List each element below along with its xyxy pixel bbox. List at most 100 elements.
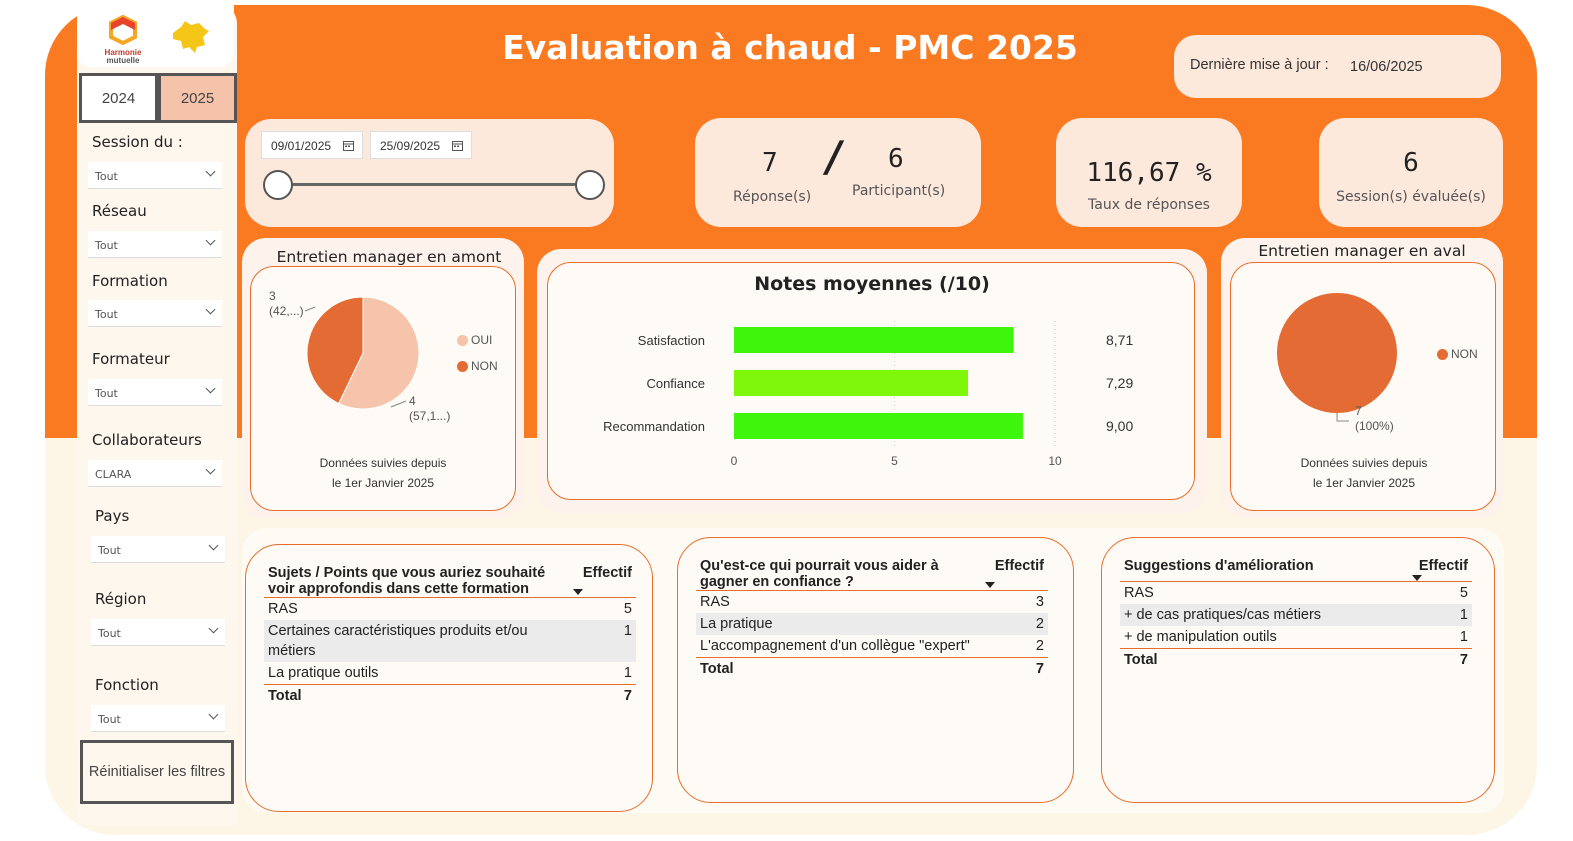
filter-label-reseau: Réseau: [92, 202, 147, 220]
filter-select-pays[interactable]: Tout: [91, 536, 225, 563]
filter-value: Tout: [95, 308, 118, 321]
last-update-label: Dernière mise à jour :: [1190, 57, 1329, 73]
response-rate-card: 116,67 % Taux de réponses: [1056, 118, 1242, 227]
responses-label: Réponse(s): [733, 189, 812, 205]
response-rate-label: Taux de réponses: [1088, 197, 1210, 213]
table-panel-3: Suggestions d'amélioration Effectif RAS 5…: [1101, 537, 1495, 803]
table-row: Certaines caractéristiques produits et/o…: [264, 620, 636, 662]
table-row: RAS 5: [264, 598, 636, 621]
row-label: Certaines caractéristiques produits et/o…: [264, 620, 569, 662]
table-row: RAS 5: [1120, 582, 1472, 605]
count-header-label: Effectif: [582, 565, 632, 581]
sessions-card: 6 Session(s) évaluée(s): [1319, 118, 1503, 227]
filter-select-reseau[interactable]: Tout: [88, 231, 222, 258]
total-label: Total: [264, 684, 569, 707]
row-label: La pratique: [696, 613, 981, 635]
row-count: 5: [623, 601, 632, 617]
legend-label: NON: [1451, 347, 1478, 361]
range-slider-start-handle[interactable]: [263, 170, 293, 200]
bar-category-label: Recommandation: [603, 419, 705, 434]
year-tab-2025[interactable]: 2025: [158, 73, 237, 123]
row-label: La pratique outils: [268, 665, 379, 681]
row-count: 1: [1405, 604, 1472, 626]
pie-slice-non: [1277, 293, 1397, 413]
bar-value-label: 7,29: [1106, 375, 1133, 391]
filter-select-fonction[interactable]: Tout: [91, 705, 225, 732]
confidence-table: Qu'est-ce qui pourrait vous aider à gagn…: [696, 558, 1048, 680]
row-count: 1: [569, 620, 636, 662]
count-header[interactable]: Effectif: [1405, 558, 1472, 582]
count-header[interactable]: Effectif: [981, 558, 1048, 591]
bar-recommandation: [734, 413, 1023, 439]
row-count: 1: [1459, 629, 1468, 645]
table-row: La pratique 2: [696, 613, 1048, 635]
filter-select-formation[interactable]: Tout: [88, 300, 222, 327]
calendar-icon: [343, 141, 354, 151]
row-count: 3: [1035, 594, 1044, 610]
amont-pie-chart: 4(57,1...) 3(42,...): [269, 289, 450, 423]
table-total-row: Total 7: [264, 684, 636, 707]
legend-dot: [1437, 348, 1448, 360]
last-update-value: 16/06/2025: [1350, 59, 1423, 75]
filter-value: CLARA: [95, 468, 132, 481]
range-slider-end-handle[interactable]: [575, 170, 605, 200]
row-count: 2: [981, 613, 1048, 635]
pie-percent-label: (57,1...): [409, 409, 450, 423]
chevron-down-icon: [205, 304, 216, 315]
aval-note: Données suivies depuis le 1er Janvier 202…: [1231, 453, 1497, 493]
table-panel-2: Qu'est-ce qui pourrait vous aider à gagn…: [677, 537, 1074, 803]
pie-percent-label: (100%): [1355, 419, 1394, 433]
row-label: + de cas pratiques/cas métiers: [1120, 604, 1405, 626]
page-title: Evaluation à chaud - PMC 2025: [502, 28, 1078, 67]
filter-select-formateur[interactable]: Tout: [88, 379, 222, 406]
total-count: 7: [1405, 648, 1472, 671]
year-tab-2024[interactable]: 2024: [79, 73, 158, 123]
legend-label: OUI: [471, 333, 493, 347]
chevron-down-icon: [205, 166, 216, 177]
note-line: le 1er Janvier 2025: [1312, 476, 1416, 490]
filter-value: Tout: [95, 387, 118, 400]
x-tick-label: 5: [891, 454, 898, 468]
filter-select-collaborateurs[interactable]: CLARA: [88, 460, 222, 487]
table-header: Qu'est-ce qui pourrait vous aider à gagn…: [696, 558, 981, 591]
harmonie-logo: Harmonie mutuelle: [105, 14, 142, 65]
aval-title: Entretien manager en aval: [1258, 242, 1466, 260]
filter-value: Tout: [98, 544, 121, 557]
filter-value: Tout: [98, 627, 121, 640]
range-slider-track[interactable]: [278, 183, 590, 186]
chevron-down-icon: [205, 383, 216, 394]
filter-select-region[interactable]: Tout: [91, 619, 225, 646]
bar-category-label: Satisfaction: [638, 333, 705, 348]
notes-panel: Notes moyennes (/10) Satisfaction 8,71 Con…: [547, 262, 1195, 500]
pie-data-label: 4: [409, 394, 416, 408]
start-date-input[interactable]: 09/01/2025: [261, 131, 363, 159]
total-count: 7: [569, 684, 636, 707]
filter-select-session[interactable]: Tout: [88, 162, 222, 189]
end-date-input[interactable]: 25/09/2025: [370, 131, 472, 159]
aval-panel: 7 (100%) NON Données suivies depuis le 1er…: [1230, 262, 1496, 511]
count-header[interactable]: Effectif: [569, 565, 636, 598]
table-row: L'accompagnement d'un collègue "expert" 2: [696, 635, 1048, 658]
svg-text:mutuelle: mutuelle: [107, 56, 140, 65]
row-label: L'accompagnement d'un collègue "expert": [700, 638, 970, 654]
bar-confiance: [734, 370, 969, 396]
table-row: + de cas pratiques/cas métiers 1: [1120, 604, 1472, 626]
reset-filters-button[interactable]: Réinitialiser les filtres: [80, 740, 234, 804]
response-rate-value: 116,67 %: [1086, 158, 1212, 188]
legend-label: NON: [471, 359, 498, 373]
row-label: + de manipulation outils: [1124, 629, 1277, 645]
row-count: 5: [1459, 585, 1468, 601]
filter-value: Tout: [95, 239, 118, 252]
table-header: Suggestions d'amélioration: [1120, 558, 1405, 582]
participants-value: 6: [888, 144, 904, 174]
end-date-value: 25/09/2025: [380, 139, 441, 153]
total-label: Total: [1120, 648, 1405, 671]
table-total-row: Total 7: [696, 657, 1048, 680]
calendar-icon: [452, 141, 463, 151]
pie-leader-line: [1336, 413, 1349, 422]
chevron-down-icon: [208, 540, 219, 551]
subjects-table: Sujets / Points que vous auriez souhaité…: [264, 565, 636, 707]
responses-value: 7: [762, 148, 778, 178]
legend-oui: OUI: [457, 333, 492, 347]
filter-label-session: Session du :: [92, 133, 183, 151]
